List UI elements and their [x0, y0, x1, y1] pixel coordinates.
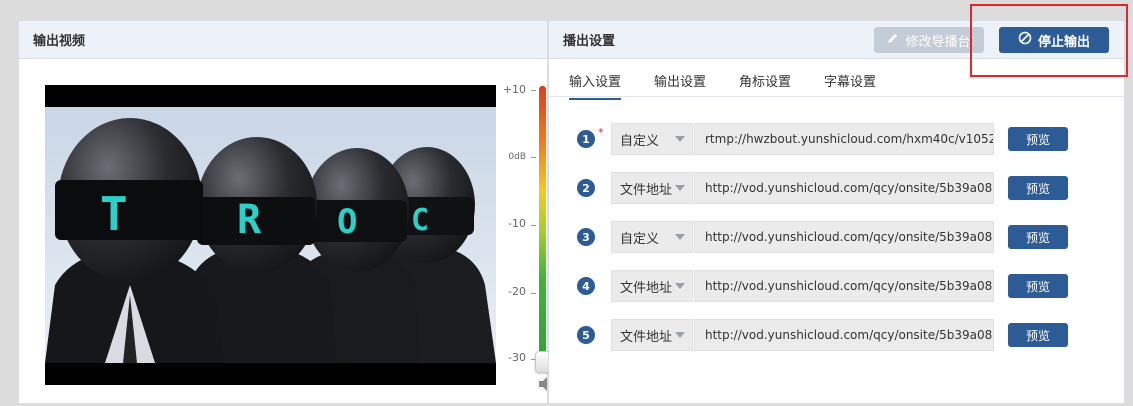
input-number-badge: 2: [577, 179, 595, 197]
meter-tick-mark: [531, 157, 536, 158]
input-row: 3 自定义 http://vod.yunshicloud.com/qcy/ons…: [577, 221, 1107, 253]
output-video-panel: 输出视频 T R O C +10 0dB -10 -20 -30: [18, 20, 552, 404]
tab-subtitle-settings[interactable]: 字幕设置: [824, 71, 876, 98]
input-type-value: 自定义: [620, 231, 660, 247]
app-frame: 输出视频 T R O C +10 0dB -10 -20 -30 播出设置 修改…: [0, 0, 1133, 406]
meter-tick-label: +10: [502, 83, 526, 96]
input-number-badge: 1: [577, 130, 595, 148]
highlight-box: [970, 4, 1128, 77]
meter-tick-label: -30: [508, 351, 526, 364]
input-number-badge: 3: [577, 228, 595, 246]
preview-button[interactable]: 预览: [1008, 274, 1068, 298]
tab-output-settings[interactable]: 输出设置: [654, 71, 706, 98]
meter-tick-label: -20: [508, 285, 526, 298]
input-url-field[interactable]: rtmp://hwzbout.yunshicloud.com/hxm40c/v1…: [694, 123, 994, 155]
pencil-icon: [887, 32, 899, 48]
video-frame: T R O C: [45, 85, 496, 385]
caret-down-icon: [675, 234, 685, 240]
input-url-field[interactable]: http://vod.yunshicloud.com/qcy/onsite/5b…: [694, 319, 994, 351]
input-row: 2 文件地址 http://vod.yunshicloud.com/qcy/on…: [577, 172, 1107, 204]
input-type-select[interactable]: 文件地址: [611, 172, 693, 204]
input-row: 4 文件地址 http://vod.yunshicloud.com/qcy/on…: [577, 270, 1107, 302]
input-type-value: 文件地址: [620, 329, 673, 345]
letter-t: T: [100, 187, 128, 241]
meter-tick-mark: [531, 90, 536, 91]
meter-tick-label: 0dB: [496, 149, 526, 162]
input-type-select[interactable]: 文件地址: [611, 270, 693, 302]
meter-tick-mark: [531, 225, 536, 226]
meter-tick-label-0db: 0dB: [508, 152, 526, 162]
input-row: 5 文件地址 http://vod.yunshicloud.com/qcy/on…: [577, 319, 1107, 351]
caret-down-icon: [675, 332, 685, 338]
input-type-value: 文件地址: [620, 280, 673, 296]
audio-level-meter: [539, 86, 546, 361]
letter-c: C: [411, 203, 429, 238]
preview-button[interactable]: 预览: [1008, 323, 1068, 347]
letter-o: O: [337, 202, 357, 242]
tab-corner-logo-settings[interactable]: 角标设置: [739, 71, 791, 98]
meter-tick-mark: [531, 293, 536, 294]
preview-button[interactable]: 预览: [1008, 225, 1068, 249]
input-url-field[interactable]: http://vod.yunshicloud.com/qcy/onsite/5b…: [694, 172, 994, 204]
input-type-value: 文件地址: [620, 182, 673, 198]
input-type-value: 自定义: [620, 133, 660, 149]
input-row: 1 * 自定义 rtmp://hwzbout.yunshicloud.com/h…: [577, 123, 1107, 155]
preview-button[interactable]: 预览: [1008, 176, 1068, 200]
input-type-select[interactable]: 文件地址: [611, 319, 693, 351]
tab-input-settings[interactable]: 输入设置: [569, 71, 622, 100]
input-url-field[interactable]: http://vod.yunshicloud.com/qcy/onsite/5b…: [694, 221, 994, 253]
required-marker: *: [598, 126, 604, 139]
meter-tick-label: -10: [508, 217, 526, 230]
input-type-select[interactable]: 自定义: [611, 123, 693, 155]
preview-button[interactable]: 预览: [1008, 127, 1068, 151]
caret-down-icon: [675, 136, 685, 142]
broadcast-settings-panel: 播出设置 修改导播台 停止输出 输入设置 输出设置 角标设置 字幕设置 1 * …: [548, 20, 1125, 404]
letter-r: R: [237, 197, 262, 243]
caret-down-icon: [675, 185, 685, 191]
output-video-title: 输出视频: [33, 34, 86, 49]
edit-director-label: 修改导播台: [905, 34, 971, 50]
edit-director-button[interactable]: 修改导播台: [874, 27, 984, 53]
input-number-badge: 4: [577, 277, 595, 295]
input-url-field[interactable]: http://vod.yunshicloud.com/qcy/onsite/5b…: [694, 270, 994, 302]
caret-down-icon: [675, 283, 685, 289]
video-preview[interactable]: T R O C: [45, 85, 496, 385]
input-type-select[interactable]: 自定义: [611, 221, 693, 253]
broadcast-settings-title: 播出设置: [563, 34, 616, 49]
output-video-header: 输出视频: [19, 21, 547, 59]
input-number-badge: 5: [577, 326, 595, 344]
